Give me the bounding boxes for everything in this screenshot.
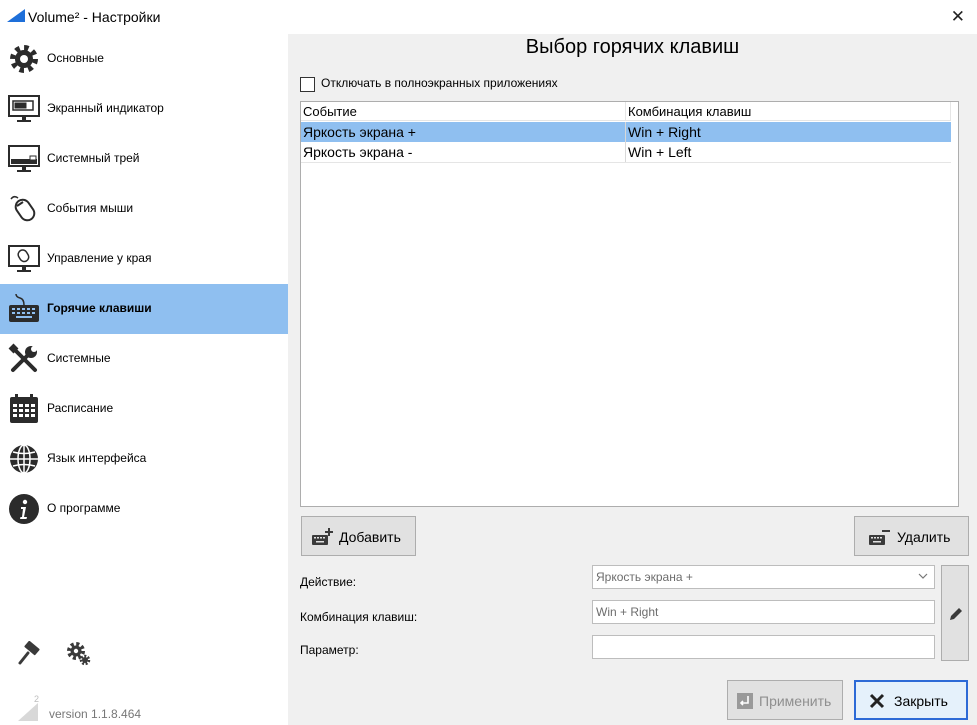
cell-event: Яркость экрана - [301, 142, 626, 162]
sidebar-item-edge[interactable]: Управление у края [0, 234, 288, 284]
combo-label: Комбинация клавиш: [300, 610, 418, 624]
apply-button[interactable]: Применить [727, 680, 843, 720]
param-input[interactable] [592, 635, 935, 659]
table-row[interactable]: Яркость экрана - Win + Left [301, 142, 951, 163]
action-select-value: Яркость экрана + [596, 570, 693, 584]
sidebar-item-label: Управление у края [47, 251, 152, 265]
sidebar-item-system[interactable]: Системные [0, 334, 288, 384]
action-label: Действие: [300, 575, 357, 589]
sidebar-item-label: Экранный индикатор [47, 101, 164, 115]
cell-combo: Win + Right [628, 124, 701, 140]
edit-combo-button[interactable] [941, 565, 969, 661]
volume-logo-faded-icon: 2 [18, 694, 39, 721]
param-label: Параметр: [300, 643, 359, 657]
monitor-indicator-icon [8, 95, 40, 122]
sidebar-item-label: События мыши [47, 201, 134, 215]
monitor-edge-icon [8, 245, 40, 272]
cell-combo: Win + Left [628, 144, 692, 160]
column-header-combo[interactable]: Комбинация клавиш [626, 102, 951, 121]
pencil-icon [950, 608, 962, 620]
sidebar-item-label: О программе [47, 501, 121, 515]
sidebar-item-label: Основные [47, 51, 104, 65]
close-button[interactable]: Закрыть [854, 680, 968, 720]
table-row[interactable]: Яркость экрана + Win + Right [301, 122, 951, 142]
brush-icon[interactable] [17, 641, 43, 667]
svg-text:2: 2 [34, 694, 39, 704]
close-window-button[interactable]: ✕ [951, 7, 965, 27]
sidebar-item-hotkeys[interactable]: Горячие клавиши [0, 284, 288, 334]
sidebar-item-label: Расписание [47, 401, 114, 415]
column-header-event[interactable]: Событие [301, 102, 626, 121]
sidebar-item-schedule[interactable]: Расписание [0, 384, 288, 434]
sidebar-item-label: Системный трей [47, 151, 140, 165]
calendar-icon [10, 394, 38, 423]
sidebar-item-osd[interactable]: Экранный индикатор [0, 84, 288, 134]
sidebar-item-tray[interactable]: Системный трей [0, 134, 288, 184]
keyboard-icon [9, 293, 39, 322]
sidebar-item-general[interactable]: Основные [0, 34, 288, 84]
sidebar-item-about[interactable]: О программе [0, 484, 288, 534]
sidebar-item-label: Язык интерфейса [47, 451, 147, 465]
fullscreen-checkbox-label[interactable]: Отключать в полноэкранных приложениях [321, 76, 558, 90]
combo-input-value: Win + Right [596, 605, 659, 619]
add-button[interactable]: Добавить [301, 516, 416, 556]
version-label: version 1.1.8.464 [49, 707, 142, 721]
sidebar-item-label: Горячие клавиши [47, 301, 152, 315]
advanced-settings-icon[interactable] [66, 641, 92, 667]
mouse-icon [10, 195, 36, 222]
info-icon [9, 494, 39, 524]
sidebar-item-label: Системные [47, 351, 111, 365]
hotkeys-page: Выбор горячих клавиш Отключать в полноэк… [288, 34, 977, 725]
apply-button-label: Применить [759, 693, 832, 709]
hotkeys-table[interactable]: Событие Комбинация клавиш Яркость экрана… [300, 101, 959, 507]
add-button-label: Добавить [339, 529, 401, 545]
cell-event: Яркость экрана + [301, 122, 626, 142]
monitor-tray-icon [8, 145, 40, 172]
close-button-label: Закрыть [894, 693, 948, 709]
gear-icon [10, 45, 38, 73]
action-select[interactable]: Яркость экрана + [592, 565, 935, 589]
chevron-down-icon [918, 573, 928, 579]
keyboard-remove-icon [869, 530, 890, 545]
remove-button-label: Удалить [897, 529, 951, 545]
sidebar-item-language[interactable]: Язык интерфейса [0, 434, 288, 484]
globe-icon [10, 444, 38, 474]
title-bar: Volume² - Настройки ✕ [0, 0, 977, 34]
fullscreen-checkbox[interactable] [300, 77, 315, 92]
close-icon [869, 693, 885, 709]
combo-input[interactable]: Win + Right [592, 600, 935, 624]
apply-icon [737, 693, 753, 709]
sidebar: Основные Экранный индикатор Системный тр… [0, 34, 288, 725]
window-title: Volume² - Настройки [28, 9, 161, 25]
volume-logo-icon [7, 9, 25, 22]
remove-button[interactable]: Удалить [854, 516, 969, 556]
tools-icon [8, 343, 37, 372]
sidebar-item-mouse[interactable]: События мыши [0, 184, 288, 234]
page-title: Выбор горячих клавиш [525, 36, 740, 58]
keyboard-add-icon [312, 528, 333, 545]
